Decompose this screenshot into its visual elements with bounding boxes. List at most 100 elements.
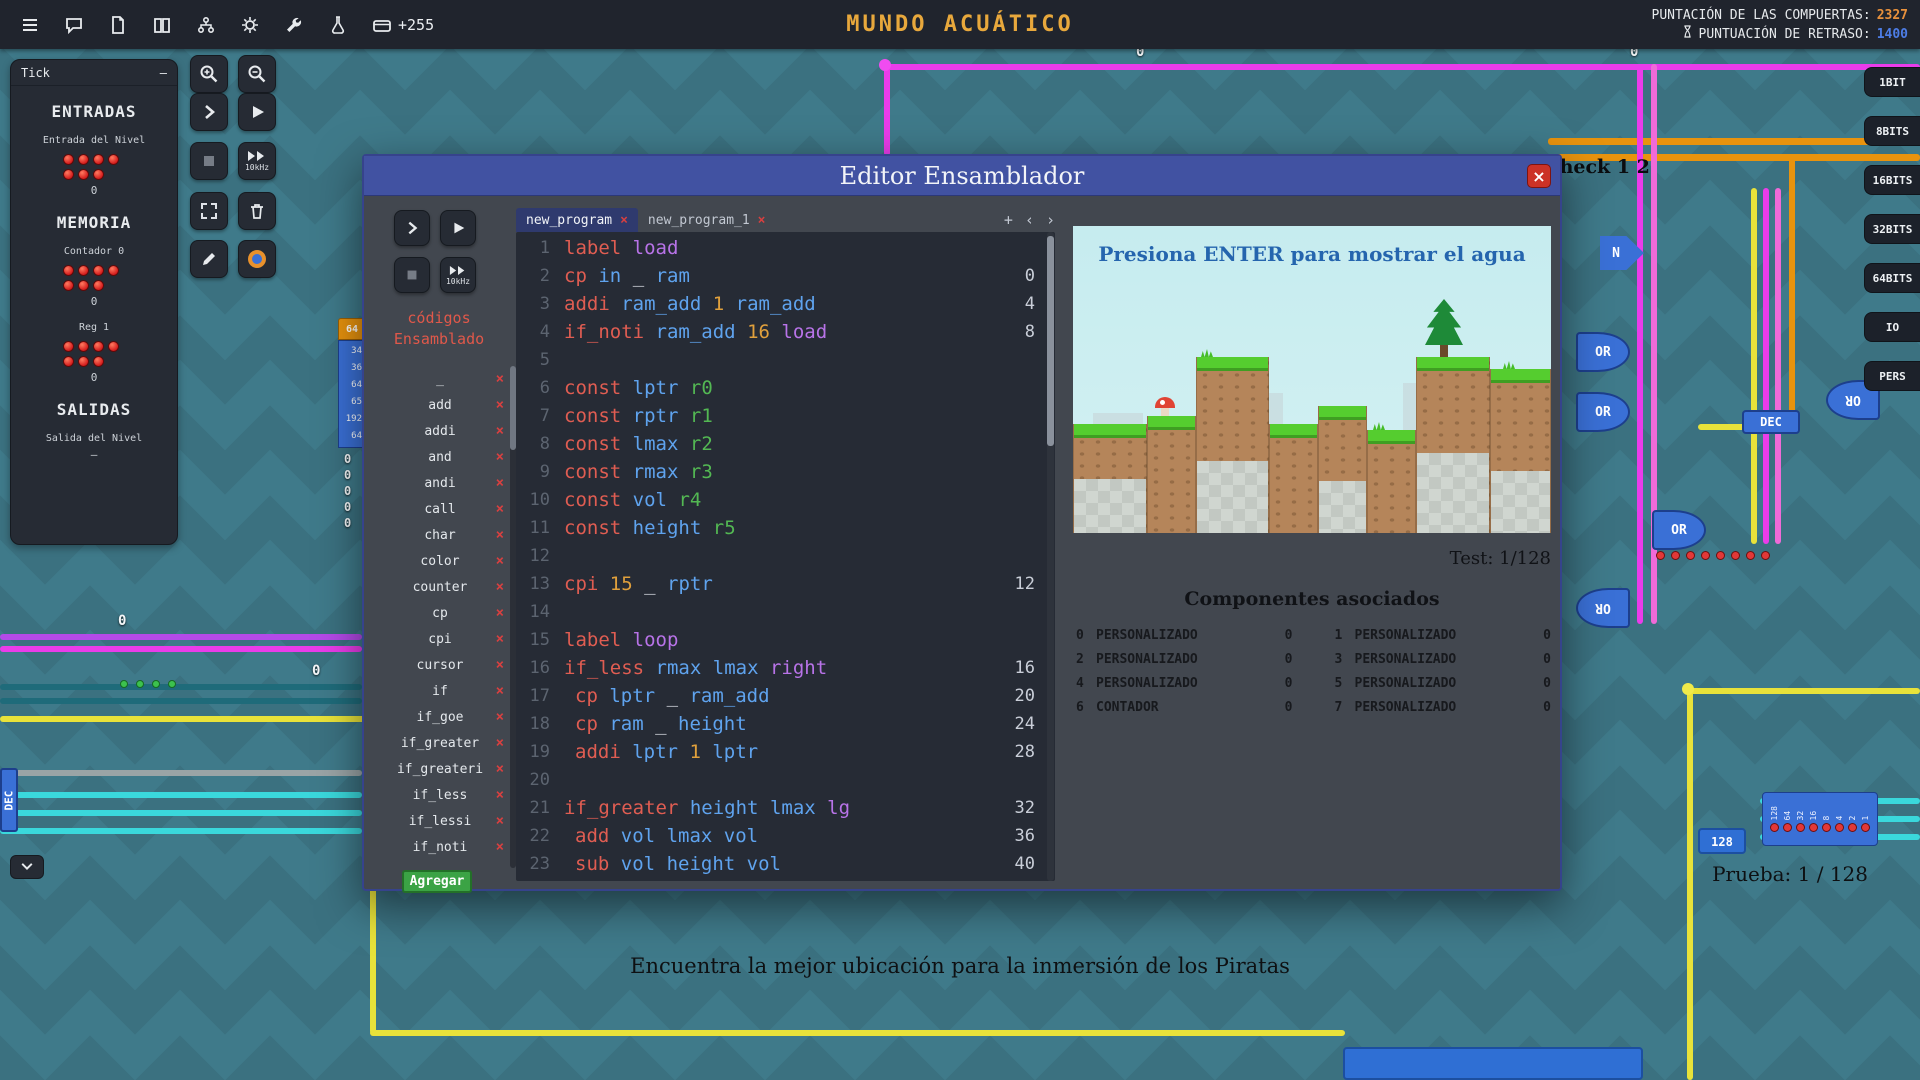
tree-foliage (1425, 299, 1463, 345)
delete-opcode-icon[interactable]: × (496, 605, 504, 621)
counter-led-grid[interactable] (63, 265, 125, 291)
zoom-in-button[interactable] (190, 55, 228, 93)
stop-button[interactable] (190, 142, 228, 180)
opcode-item[interactable]: cp× (374, 600, 506, 626)
delete-opcode-icon[interactable]: × (496, 657, 504, 673)
delete-opcode-icon[interactable]: × (496, 449, 504, 465)
book-icon[interactable] (150, 13, 174, 37)
opcode-item[interactable]: cursor× (374, 652, 506, 678)
close-tab-icon[interactable]: × (758, 213, 766, 228)
color-tool-button[interactable] (238, 240, 276, 278)
delete-opcode-icon[interactable]: × (496, 787, 504, 803)
opcode-item[interactable]: if_greateri× (374, 756, 506, 782)
asm-play-button[interactable] (440, 210, 476, 246)
register-led-grid[interactable] (63, 341, 125, 367)
scrollbar-thumb[interactable] (1047, 236, 1054, 446)
delete-opcode-icon[interactable]: × (496, 527, 504, 543)
tab-new_program[interactable]: new_program× (516, 208, 638, 232)
delete-opcode-icon[interactable]: × (496, 475, 504, 491)
opcode-item[interactable]: if_noti× (374, 834, 506, 860)
wire-node (120, 680, 128, 688)
code-line: 10const vol r4 (516, 486, 1055, 514)
bit-width-button-64bits[interactable]: 64BITS (1864, 263, 1920, 293)
opcode-item[interactable]: char× (374, 522, 506, 548)
bit-width-button-16bits[interactable]: 16BITS (1864, 165, 1920, 195)
dec-component[interactable]: DEC (1742, 410, 1800, 434)
prev-tab-button[interactable]: ‹ (1025, 211, 1034, 229)
bit-width-button-pers[interactable]: PERS (1864, 361, 1920, 391)
path (454, 223, 464, 234)
bit-width-button-32bits[interactable]: 32BITS (1864, 214, 1920, 244)
file-icon[interactable] (106, 13, 130, 37)
hierarchy-icon[interactable] (194, 13, 218, 37)
asm-fast-forward-button[interactable]: 10kHz (440, 257, 476, 293)
close-dialog-button[interactable]: × (1527, 164, 1551, 188)
opcode-item[interactable]: counter× (374, 574, 506, 600)
dec-component[interactable]: DEC (0, 768, 18, 832)
opcode-item[interactable]: if_greater× (374, 730, 506, 756)
collapse-panel-button[interactable] (10, 855, 44, 879)
minimize-icon[interactable]: – (160, 66, 167, 80)
new-tab-button[interactable]: + (1004, 211, 1013, 229)
opcode-item[interactable]: add× (374, 392, 506, 418)
opcode-item[interactable]: andi× (374, 470, 506, 496)
bit-width-button-8bits[interactable]: 8BITS (1864, 116, 1920, 146)
delete-opcode-icon[interactable]: × (496, 553, 504, 569)
wallet-icon[interactable] (370, 13, 394, 37)
zoom-out-button[interactable] (238, 55, 276, 93)
asm-step-button[interactable] (394, 210, 430, 246)
bit-width-button-io[interactable]: IO (1864, 312, 1920, 342)
opcode-item[interactable]: addi× (374, 418, 506, 444)
opcode-item[interactable]: call× (374, 496, 506, 522)
tab-new_program_1[interactable]: new_program_1× (638, 208, 776, 232)
play-button[interactable] (238, 93, 276, 131)
code-token: const (564, 433, 621, 455)
edit-tool-button[interactable] (190, 240, 228, 278)
asm-stop-button[interactable] (394, 257, 430, 293)
delete-opcode-icon[interactable]: × (496, 683, 504, 699)
opcode-item[interactable]: color× (374, 548, 506, 574)
gear-icon[interactable] (238, 13, 262, 37)
add-opcode-button[interactable]: Agregar (402, 870, 472, 893)
tick-window-titlebar[interactable]: Tick – (11, 60, 177, 86)
opcode-item[interactable]: _× (374, 366, 506, 392)
dialog-titlebar[interactable]: Editor Ensamblador × (364, 156, 1560, 196)
delete-opcode-icon[interactable]: × (496, 371, 504, 387)
opcode-item[interactable]: and× (374, 444, 506, 470)
fast-forward-button[interactable]: 10kHz (238, 142, 276, 180)
delete-opcode-icon[interactable]: × (496, 813, 504, 829)
select-tool-button[interactable] (190, 192, 228, 230)
delete-opcode-icon[interactable]: × (496, 735, 504, 751)
line-number: 2 (516, 266, 564, 286)
close-tab-icon[interactable]: × (620, 213, 628, 228)
hamburger-menu-icon[interactable] (18, 13, 42, 37)
input-led-grid[interactable] (63, 154, 125, 180)
next-tab-button[interactable]: › (1046, 211, 1055, 229)
code-token: lptr (712, 741, 758, 763)
bottom-component[interactable] (1343, 1047, 1643, 1080)
opcode-item[interactable]: if_less× (374, 782, 506, 808)
opcode-item[interactable]: if× (374, 678, 506, 704)
led-dot (93, 265, 104, 276)
bit-width-button-1bit[interactable]: 1BIT (1864, 67, 1920, 97)
opcode-item[interactable]: cpi× (374, 626, 506, 652)
step-button[interactable] (190, 93, 228, 131)
bit-ruler-component[interactable]: 1286432168421 (1762, 792, 1878, 846)
delete-opcode-icon[interactable]: × (496, 501, 504, 517)
delete-opcode-icon[interactable]: × (496, 839, 504, 855)
delete-opcode-icon[interactable]: × (496, 631, 504, 647)
delete-opcode-icon[interactable]: × (496, 397, 504, 413)
flask-icon[interactable] (326, 13, 350, 37)
wrench-icon[interactable] (282, 13, 306, 37)
component-index: 5 (1335, 676, 1351, 691)
delete-opcode-icon[interactable]: × (496, 423, 504, 439)
delete-tool-button[interactable] (238, 192, 276, 230)
code-editor[interactable]: 1label load2cp in _ ram03addi ram_add 1 … (516, 232, 1055, 881)
delete-opcode-icon[interactable]: × (496, 761, 504, 777)
delete-opcode-icon[interactable]: × (496, 709, 504, 725)
editor-scrollbar[interactable] (1047, 232, 1054, 881)
chat-icon[interactable] (62, 13, 86, 37)
opcode-item[interactable]: if_lessi× (374, 808, 506, 834)
delete-opcode-icon[interactable]: × (496, 579, 504, 595)
opcode-item[interactable]: if_goe× (374, 704, 506, 730)
